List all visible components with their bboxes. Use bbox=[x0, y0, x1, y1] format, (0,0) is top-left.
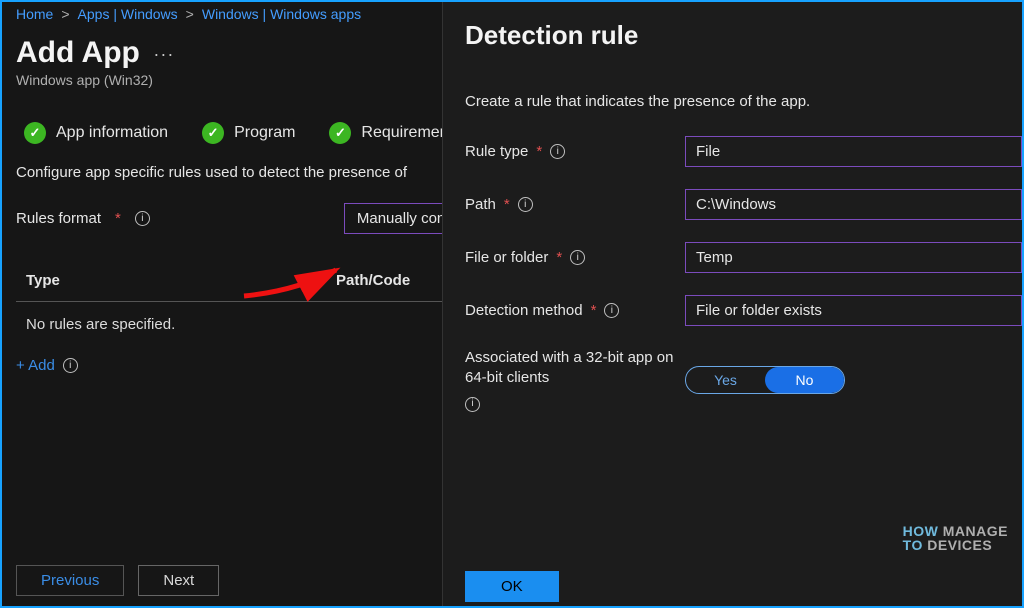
info-icon[interactable]: i bbox=[465, 397, 480, 412]
info-icon[interactable]: i bbox=[518, 197, 533, 212]
required-icon: * bbox=[556, 249, 562, 266]
rules-format-label: Rules format bbox=[16, 210, 101, 227]
app-window: Home > Apps | Windows > Windows | Window… bbox=[0, 0, 1024, 608]
page-title: Add App bbox=[16, 36, 140, 70]
file-or-folder-row: File or folder * i bbox=[465, 242, 1022, 273]
file-or-folder-input[interactable] bbox=[685, 242, 1022, 273]
next-button[interactable]: Next bbox=[138, 565, 219, 596]
check-icon: ✓ bbox=[202, 122, 224, 144]
assoc-32bit-row: Associated with a 32-bit app on 64-bit c… bbox=[465, 348, 1022, 412]
path-label: Path bbox=[465, 196, 496, 213]
previous-button[interactable]: Previous bbox=[16, 565, 124, 596]
info-icon[interactable]: i bbox=[570, 250, 585, 265]
panel-title: Detection rule bbox=[465, 20, 1022, 51]
required-icon: * bbox=[591, 302, 597, 319]
col-path: Path/Code bbox=[336, 272, 410, 289]
ok-button[interactable]: OK bbox=[465, 571, 559, 602]
rule-type-label: Rule type bbox=[465, 143, 528, 160]
col-type: Type bbox=[26, 272, 136, 289]
step-app-information[interactable]: ✓ App information bbox=[24, 122, 168, 144]
assoc-32bit-label: Associated with a 32-bit app on 64-bit c… bbox=[465, 348, 685, 389]
detection-method-label: Detection method bbox=[465, 302, 583, 319]
add-label: + Add bbox=[16, 357, 55, 374]
step-label: Program bbox=[234, 124, 295, 142]
detection-rule-panel: Detection rule Create a rule that indica… bbox=[442, 2, 1022, 606]
crumb-home[interactable]: Home bbox=[16, 6, 53, 22]
path-input[interactable] bbox=[685, 189, 1022, 220]
detection-method-select[interactable] bbox=[685, 295, 1022, 326]
check-icon: ✓ bbox=[24, 122, 46, 144]
rule-type-row: Rule type * i bbox=[465, 136, 1022, 167]
toggle-no[interactable]: No bbox=[765, 367, 844, 393]
info-icon[interactable]: i bbox=[135, 211, 150, 226]
check-icon: ✓ bbox=[329, 122, 351, 144]
more-icon[interactable]: ... bbox=[154, 40, 175, 67]
panel-footer: OK bbox=[443, 571, 1022, 602]
chevron-right-icon: > bbox=[186, 6, 194, 22]
required-icon: * bbox=[115, 210, 121, 227]
step-label: App information bbox=[56, 124, 168, 142]
crumb-windows-apps[interactable]: Windows | Windows apps bbox=[202, 6, 361, 22]
file-or-folder-label: File or folder bbox=[465, 249, 548, 266]
watermark: HOW MANAGE TO DEVICES bbox=[903, 524, 1008, 552]
wizard-footer: Previous Next bbox=[16, 565, 219, 596]
info-icon[interactable]: i bbox=[604, 303, 619, 318]
chevron-right-icon: > bbox=[61, 6, 69, 22]
required-icon: * bbox=[504, 196, 510, 213]
path-row: Path * i bbox=[465, 189, 1022, 220]
info-icon[interactable]: i bbox=[63, 358, 78, 373]
info-icon[interactable]: i bbox=[550, 144, 565, 159]
toggle-yes[interactable]: Yes bbox=[686, 367, 765, 393]
rule-type-select[interactable] bbox=[685, 136, 1022, 167]
panel-description: Create a rule that indicates the presenc… bbox=[465, 93, 1022, 110]
detection-method-row: Detection method * i bbox=[465, 295, 1022, 326]
assoc-32bit-toggle[interactable]: Yes No bbox=[685, 366, 845, 394]
crumb-apps-windows[interactable]: Apps | Windows bbox=[78, 6, 178, 22]
step-program[interactable]: ✓ Program bbox=[202, 122, 295, 144]
required-icon: * bbox=[536, 143, 542, 160]
